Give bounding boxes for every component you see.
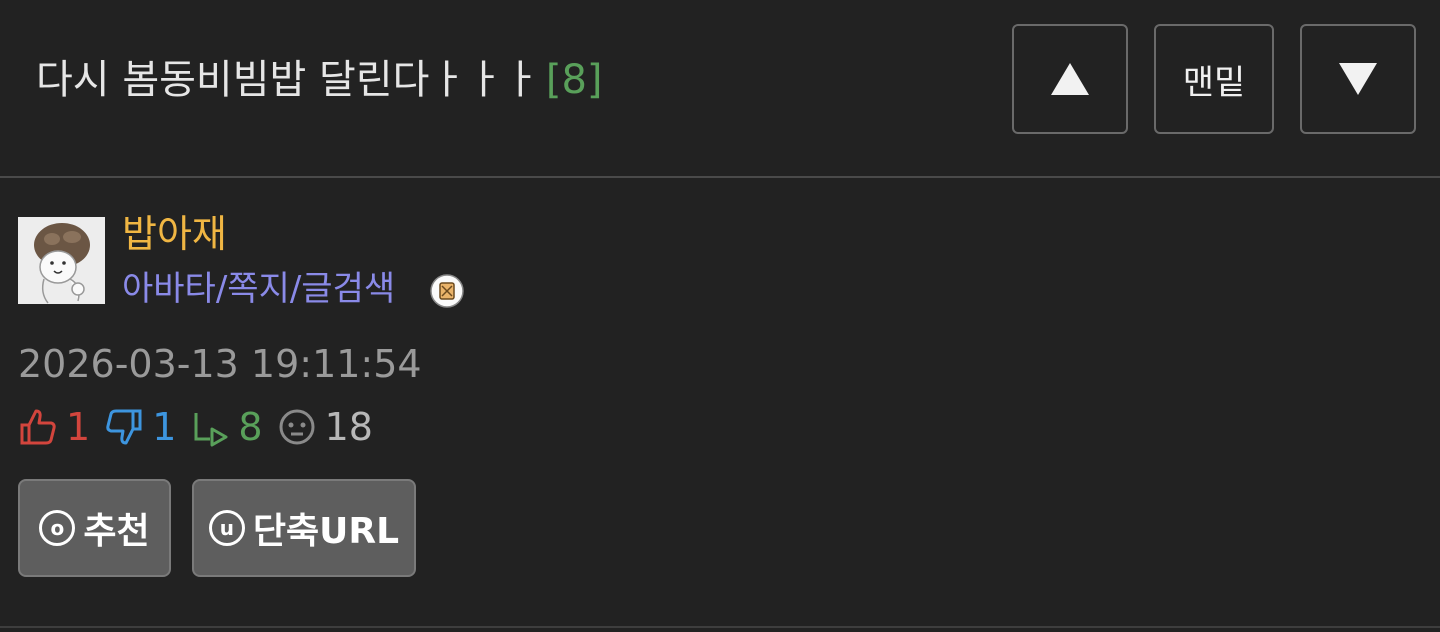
comment-count[interactable]: [8] <box>546 57 603 103</box>
triangle-up-icon <box>1051 63 1089 95</box>
view-count: 18 <box>324 405 373 449</box>
recommend-circle-icon: o <box>39 510 76 546</box>
divider <box>0 626 1440 628</box>
scroll-bottom-label: 맨밑 <box>1182 62 1246 103</box>
short-url-label: 단축URL <box>252 511 400 552</box>
scroll-bottom-button[interactable]: 맨밑 <box>1154 24 1274 134</box>
post-stats: 1 1 8 18 <box>18 404 387 450</box>
level-badge-icon <box>430 274 464 308</box>
like-stat: 1 <box>18 404 90 450</box>
recommend-button[interactable]: o 추천 <box>18 479 171 577</box>
dislike-stat: 1 <box>104 404 176 450</box>
reply-arrow-icon <box>194 413 228 447</box>
author-links[interactable]: 아바타/쪽지/글검색 <box>122 266 395 312</box>
like-count: 1 <box>66 405 91 449</box>
views-face-icon <box>279 409 315 445</box>
scroll-top-button[interactable] <box>1012 24 1128 134</box>
post-title-text: 다시 봄동비빔밥 달린다ㅏㅏㅏ <box>36 57 540 103</box>
next-post-button[interactable] <box>1300 24 1416 134</box>
post-header: 다시 봄동비빔밥 달린다ㅏㅏㅏ [8] 맨밑 <box>0 0 1440 178</box>
view-stat: 18 <box>277 404 373 450</box>
dislike-count: 1 <box>152 405 177 449</box>
recommend-label: 추천 <box>83 511 150 552</box>
avatar-character-icon <box>18 217 105 304</box>
triangle-down-icon <box>1339 63 1377 95</box>
thumbs-up-icon <box>20 409 56 445</box>
short-url-circle-icon: u <box>208 510 245 546</box>
thumbs-down-icon <box>106 409 142 445</box>
reply-stat: 8 <box>190 404 263 450</box>
post-title: 다시 봄동비빔밥 달린다ㅏㅏㅏ [8] <box>36 50 603 110</box>
reply-count: 8 <box>238 405 263 449</box>
short-url-button[interactable]: u 단축URL <box>192 479 416 577</box>
post-datetime: 2026-03-13 19:11:54 <box>18 342 422 386</box>
avatar[interactable] <box>18 217 105 304</box>
author-name[interactable]: 밥아재 <box>122 210 227 258</box>
